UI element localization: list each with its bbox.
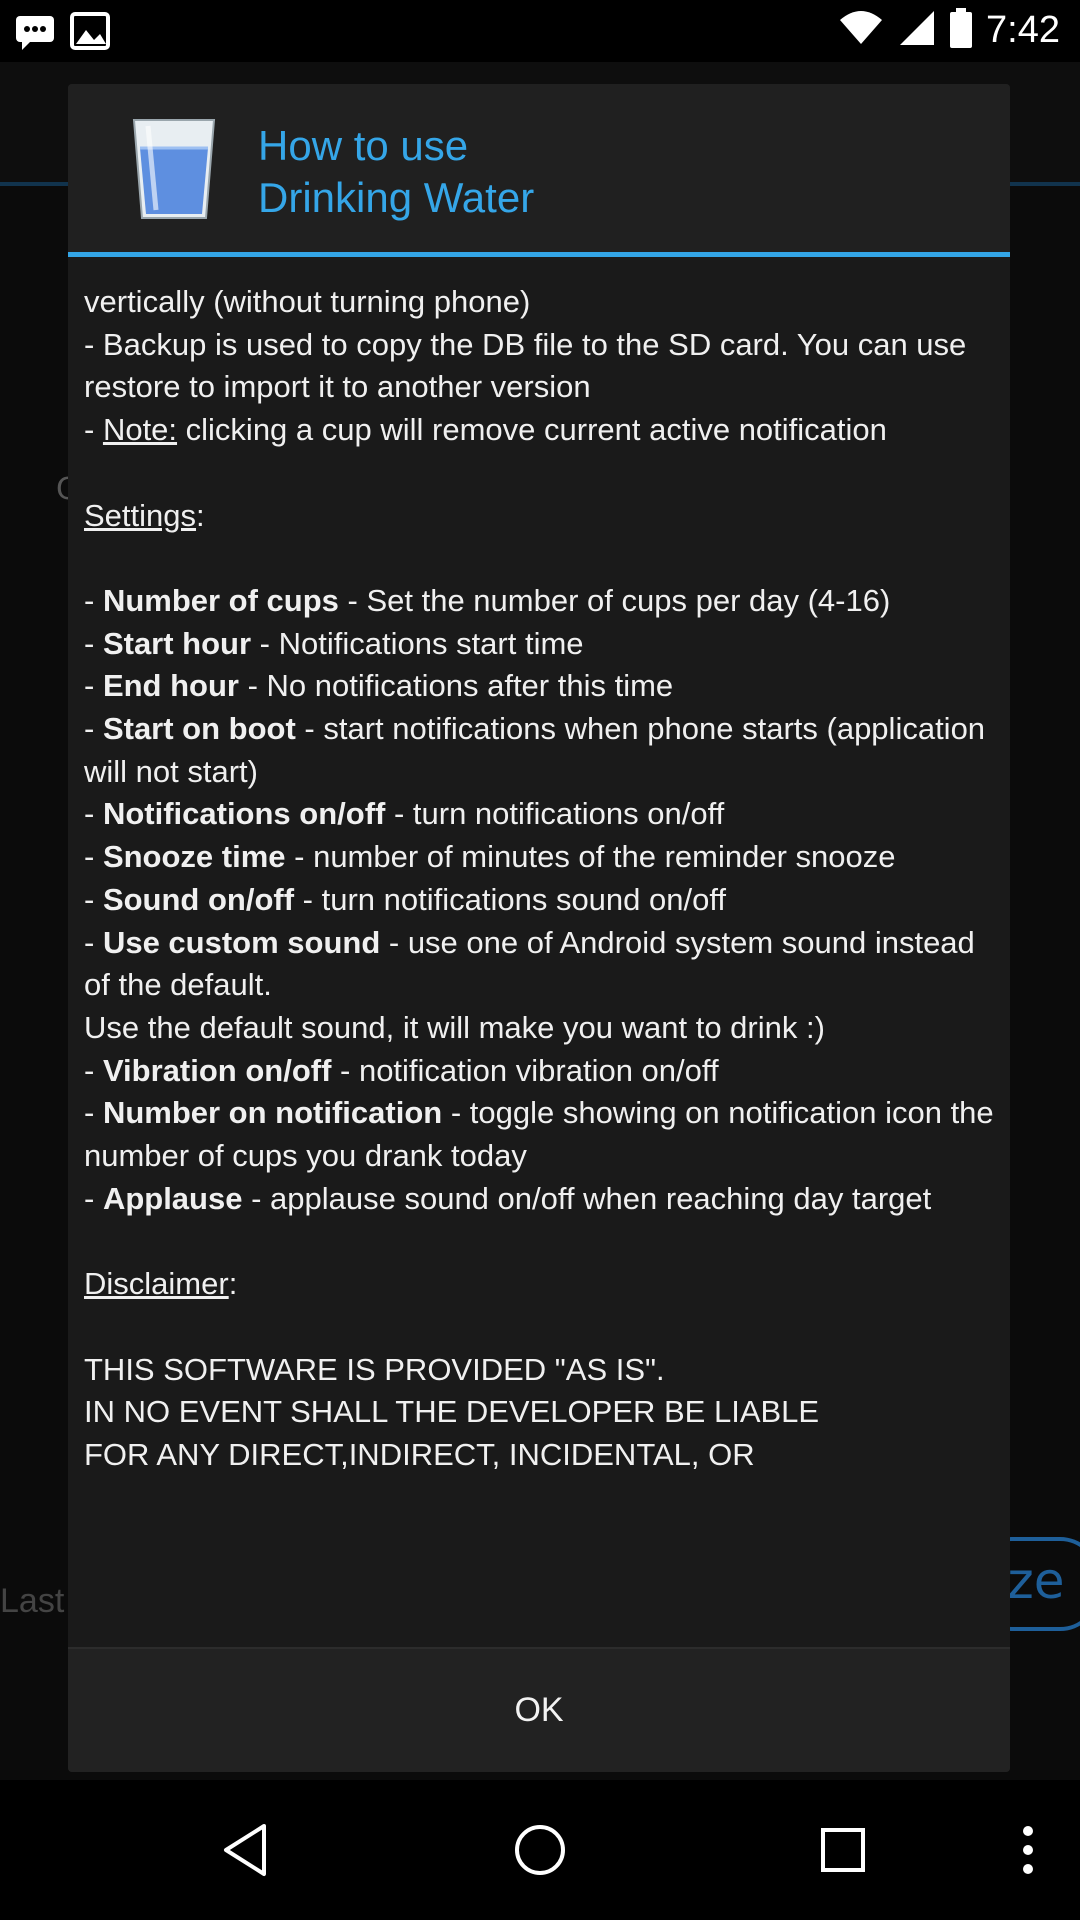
disclaimer-line: IN NO EVENT SHALL THE DEVELOPER BE LIABL…: [84, 1394, 820, 1430]
status-bar: 7:42: [0, 0, 1080, 62]
settings-item-name: Start hour: [102, 625, 252, 661]
settings-item: - Use custom sound - use one of Android …: [84, 925, 983, 1045]
settings-item-name: Applause: [102, 1180, 243, 1216]
ok-button[interactable]: OK: [68, 1649, 1010, 1772]
note-label: Note:: [102, 412, 178, 448]
settings-item: - Start on boot - start notifications wh…: [84, 711, 994, 789]
water-glass-icon: [128, 114, 220, 224]
settings-item-name: Number on notification: [102, 1095, 443, 1131]
status-time: 7:42: [986, 8, 1060, 51]
how-to-use-dialog: How to use Drinking Water vertically (wi…: [68, 84, 1010, 1772]
settings-item-name: Notifications on/off: [102, 796, 386, 832]
settings-item-desc: - number of minutes of the reminder snoo…: [285, 839, 896, 875]
settings-item: - Snooze time - number of minutes of the…: [84, 839, 896, 875]
settings-item: - Vibration on/off - notification vibrat…: [84, 1052, 719, 1088]
disclaimer-heading: Disclaimer: [84, 1266, 229, 1302]
image-icon: [70, 12, 110, 54]
settings-item-name: Number of cups: [102, 582, 339, 618]
help-backup-line: - Backup is used to copy the DB file to …: [84, 326, 975, 405]
disclaimer-line: FOR ANY DIRECT,INDIRECT, INCIDENTAL, OR: [84, 1436, 755, 1472]
settings-item-desc: - turn notifications on/off: [385, 796, 725, 832]
settings-item-desc: - notification vibration on/off: [331, 1052, 719, 1088]
navigation-bar: [0, 1780, 1080, 1920]
settings-list: - Number of cups - Set the number of cup…: [84, 583, 1002, 1216]
settings-item-desc: - turn notifications sound on/off: [294, 881, 727, 917]
dialog-header: How to use Drinking Water: [68, 84, 1010, 254]
back-icon[interactable]: [205, 1810, 285, 1890]
dialog-title-line2: Drinking Water: [258, 174, 535, 221]
settings-item: - Number on notification - toggle showin…: [84, 1095, 1003, 1174]
disclaimer-text: THIS SOFTWARE IS PROVIDED "AS IS". IN NO…: [84, 1352, 819, 1472]
settings-item-name: Start on boot: [102, 711, 296, 747]
settings-item: - Number of cups - Set the number of cup…: [84, 582, 891, 618]
note-prefix: -: [84, 412, 103, 448]
settings-item: - End hour - No notifications after this…: [84, 668, 674, 704]
overflow-menu-icon[interactable]: [988, 1810, 1068, 1890]
settings-item-name: Sound on/off: [102, 881, 295, 917]
dialog-help-text: vertically (without turning phone) - Bac…: [84, 284, 1003, 1472]
settings-item-desc: - Notifications start time: [251, 625, 584, 661]
background-last-label: Last: [0, 1582, 65, 1620]
dialog-title: How to use Drinking Water: [258, 120, 534, 224]
settings-item: - Sound on/off - turn notifications soun…: [84, 881, 727, 917]
settings-item-name: End hour: [102, 668, 239, 704]
note-text: clicking a cup will remove current activ…: [177, 412, 887, 448]
settings-item-desc: - Set the number of cups per day (4-16): [338, 582, 891, 618]
battery-icon: [950, 8, 973, 52]
dialog-title-line1: How to use: [258, 122, 469, 169]
sms-icon: [14, 12, 56, 54]
dialog-scroll-content[interactable]: vertically (without turning phone) - Bac…: [68, 257, 1010, 1647]
settings-item: - Applause - applause sound on/off when …: [84, 1180, 932, 1216]
settings-heading: Settings: [84, 497, 197, 533]
settings-item-name: Snooze time: [102, 839, 286, 875]
settings-item-name: Use custom sound: [102, 924, 381, 960]
disclaimer-line: THIS SOFTWARE IS PROVIDED "AS IS".: [84, 1351, 665, 1387]
settings-item: - Start hour - Notifications start time: [84, 625, 584, 661]
home-icon[interactable]: [500, 1810, 580, 1890]
settings-item-desc: - applause sound on/off when reaching da…: [242, 1180, 932, 1216]
settings-item: - Notifications on/off - turn notificati…: [84, 796, 725, 832]
wifi-icon: [838, 10, 884, 50]
help-line-partial: vertically (without turning phone): [84, 284, 531, 319]
settings-item-desc: - No notifications after this time: [238, 668, 674, 704]
settings-item-name: Vibration on/off: [102, 1052, 332, 1088]
signal-icon: [898, 9, 936, 51]
recents-icon[interactable]: [803, 1810, 883, 1890]
